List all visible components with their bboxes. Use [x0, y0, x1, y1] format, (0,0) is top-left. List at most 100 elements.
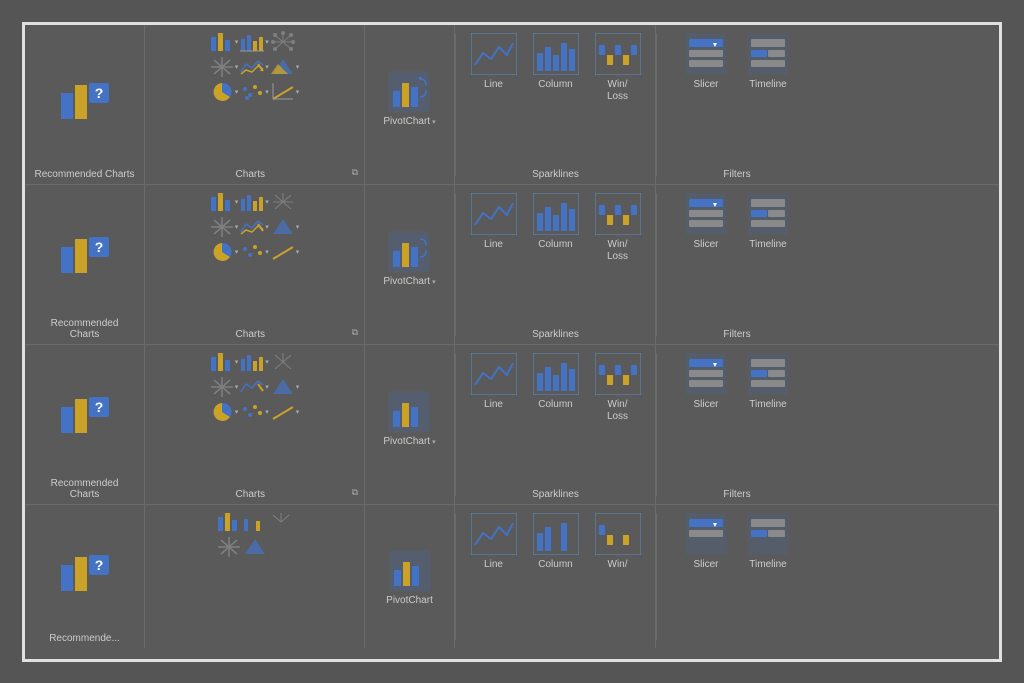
scatter-chart-btn-4[interactable]	[217, 536, 241, 558]
svg-text:?: ?	[94, 399, 103, 415]
section-pivot-3: PivotChart ▾ .	[365, 345, 455, 504]
line-chart-btn[interactable]: ▾	[240, 31, 269, 53]
section-filters-1: Slicer Timeline Filters	[657, 25, 817, 184]
slicer-label: Slicer	[693, 79, 718, 91]
recommended-charts-icon-4[interactable]: ?	[59, 547, 111, 599]
sparkline-winloss-2[interactable]: Win/Loss	[595, 193, 641, 327]
pie-chart-btn-3[interactable]: ▾	[210, 401, 239, 423]
pivot-label: PivotChart	[383, 116, 430, 128]
section-charts-4	[145, 505, 365, 648]
mountain-chart-btn-4[interactable]	[243, 536, 267, 558]
dots-chart-btn[interactable]: ▾	[240, 81, 269, 103]
sparkline-winloss[interactable]: Win/Loss	[595, 33, 641, 167]
section-filters-4: Slicer Timeline	[657, 505, 817, 648]
timeline-btn-4[interactable]: Timeline	[747, 513, 789, 644]
scatter-chart-btn-2[interactable]: ▾	[210, 216, 239, 238]
scatter-chart-btn-3[interactable]: ▾	[210, 376, 239, 398]
mountain-chart-btn-2[interactable]: ▾	[271, 216, 300, 238]
timeline-label-2: Timeline	[749, 239, 786, 251]
sparkline-column[interactable]: Column	[533, 33, 579, 167]
network-chart-btn[interactable]	[271, 31, 300, 53]
bar-chart-btn-2[interactable]: ▾	[210, 191, 239, 213]
svg-text:?: ?	[94, 557, 103, 573]
section-recommended-4: ? Recommende...	[25, 505, 145, 648]
line-sparkline-label-3: Line	[484, 399, 503, 411]
slicer-btn-3[interactable]: Slicer	[685, 353, 727, 487]
recommended-charts-icon[interactable]: ?	[59, 75, 111, 127]
pivot-label-3: PivotChart	[383, 436, 430, 448]
line-chart-btn-4[interactable]	[243, 511, 267, 533]
line-chart-btn-2[interactable]: ▾	[240, 191, 269, 213]
section-recommended-1: ? Recommended Charts	[25, 25, 145, 184]
section-charts-2: ▾ ▾	[145, 185, 365, 344]
winloss-sparkline-label: Win/Loss	[607, 79, 628, 103]
pivot-arrow: ▾	[432, 118, 436, 126]
trend-chart-btn[interactable]: ▾	[271, 81, 300, 103]
bar-chart-btn-4[interactable]	[217, 511, 241, 533]
section-pivot-1: PivotChart ▾ .	[365, 25, 455, 184]
pivot-chart-btn-4[interactable]: PivotChart	[386, 550, 433, 607]
slicer-label-4: Slicer	[693, 559, 718, 571]
sparkline-column-3[interactable]: Column	[533, 353, 579, 487]
charts-expand-icon-3[interactable]: ⧉	[352, 487, 358, 498]
dots-chart-btn-3[interactable]: ▾	[240, 401, 269, 423]
charts-expand-icon[interactable]: ⧉	[352, 167, 358, 178]
pie-chart-btn-2[interactable]: ▾	[210, 241, 239, 263]
dots-chart-btn-2[interactable]: ▾	[240, 241, 269, 263]
pivot-chart-btn-3[interactable]: PivotChart ▾	[383, 391, 435, 448]
slicer-btn-4[interactable]: Slicer	[685, 513, 727, 644]
recommended-charts-label: Recommended Charts	[33, 167, 136, 180]
charts-expand-icon-2[interactable]: ⧉	[352, 327, 358, 338]
slicer-btn[interactable]: Slicer	[685, 33, 727, 167]
line-sparkline-label: Line	[484, 79, 503, 91]
recommended-charts-icon-2[interactable]: ?	[59, 229, 111, 281]
mountain-chart-btn[interactable]: ▾	[271, 56, 300, 78]
sparkline-column-2[interactable]: Column	[533, 193, 579, 327]
network-chart-btn-2[interactable]	[271, 191, 300, 213]
filters-label-2: Filters	[669, 327, 805, 340]
sparkline-winloss-4[interactable]: Win/	[595, 513, 641, 644]
filters-label-3: Filters	[669, 487, 805, 500]
recommended-charts-icon-3[interactable]: ?	[59, 389, 111, 441]
sparkline-line-4[interactable]: Line	[471, 513, 517, 644]
area-chart-btn[interactable]: ▾	[240, 56, 269, 78]
charts-label-3: Charts	[149, 487, 352, 500]
section-sparklines-3: Line Column	[456, 345, 656, 504]
scatter-chart-btn[interactable]: ▾	[210, 56, 239, 78]
section-sparklines-1: Line Column	[456, 25, 656, 184]
mountain-chart-btn-3[interactable]: ▾	[271, 376, 300, 398]
network-chart-btn-4[interactable]	[269, 511, 293, 533]
sparkline-line[interactable]: Line	[471, 33, 517, 167]
column-sparkline-label-4: Column	[538, 559, 572, 571]
winloss-sparkline-label-3: Win/Loss	[607, 399, 628, 423]
bar-chart-btn[interactable]: ▾	[210, 31, 239, 53]
sparklines-label: Sparklines	[464, 167, 647, 180]
ribbon-row-1: ? Recommended Charts ▾	[25, 25, 999, 185]
timeline-btn[interactable]: Timeline	[747, 33, 789, 167]
bar-chart-btn-3[interactable]: ▾	[210, 351, 239, 373]
sparkline-column-4[interactable]: Column	[533, 513, 579, 644]
column-sparkline-label-2: Column	[538, 239, 572, 251]
pie-chart-btn[interactable]: ▾	[210, 81, 239, 103]
trend-chart-btn-2[interactable]: ▾	[271, 241, 300, 263]
winloss-sparkline-label-4: Win/	[608, 559, 628, 571]
sparkline-line-2[interactable]: Line	[471, 193, 517, 327]
trend-chart-btn-3[interactable]: ▾	[271, 401, 300, 423]
timeline-btn-2[interactable]: Timeline	[747, 193, 789, 327]
ribbon-row-4: ? Recommende...	[25, 505, 999, 648]
area-chart-btn-2[interactable]: ▾	[240, 216, 269, 238]
section-recommended-2: ? RecommendedCharts	[25, 185, 145, 344]
sparkline-winloss-3[interactable]: Win/Loss	[595, 353, 641, 487]
slicer-btn-2[interactable]: Slicer	[685, 193, 727, 327]
pivot-chart-btn[interactable]: PivotChart ▾	[383, 71, 435, 128]
pivot-chart-btn-2[interactable]: PivotChart ▾	[383, 231, 435, 288]
section-charts-1: ▾ ▾	[145, 25, 365, 184]
line-chart-btn-3[interactable]: ▾	[240, 351, 269, 373]
sparkline-line-3[interactable]: Line	[471, 353, 517, 487]
svg-text:?: ?	[94, 239, 103, 255]
network-chart-btn-3[interactable]	[271, 351, 300, 373]
recommended-charts-label-3: RecommendedCharts	[33, 476, 136, 500]
section-recommended-3: ? RecommendedCharts	[25, 345, 145, 504]
area-chart-btn-3[interactable]: ▾	[240, 376, 269, 398]
timeline-btn-3[interactable]: Timeline	[747, 353, 789, 487]
